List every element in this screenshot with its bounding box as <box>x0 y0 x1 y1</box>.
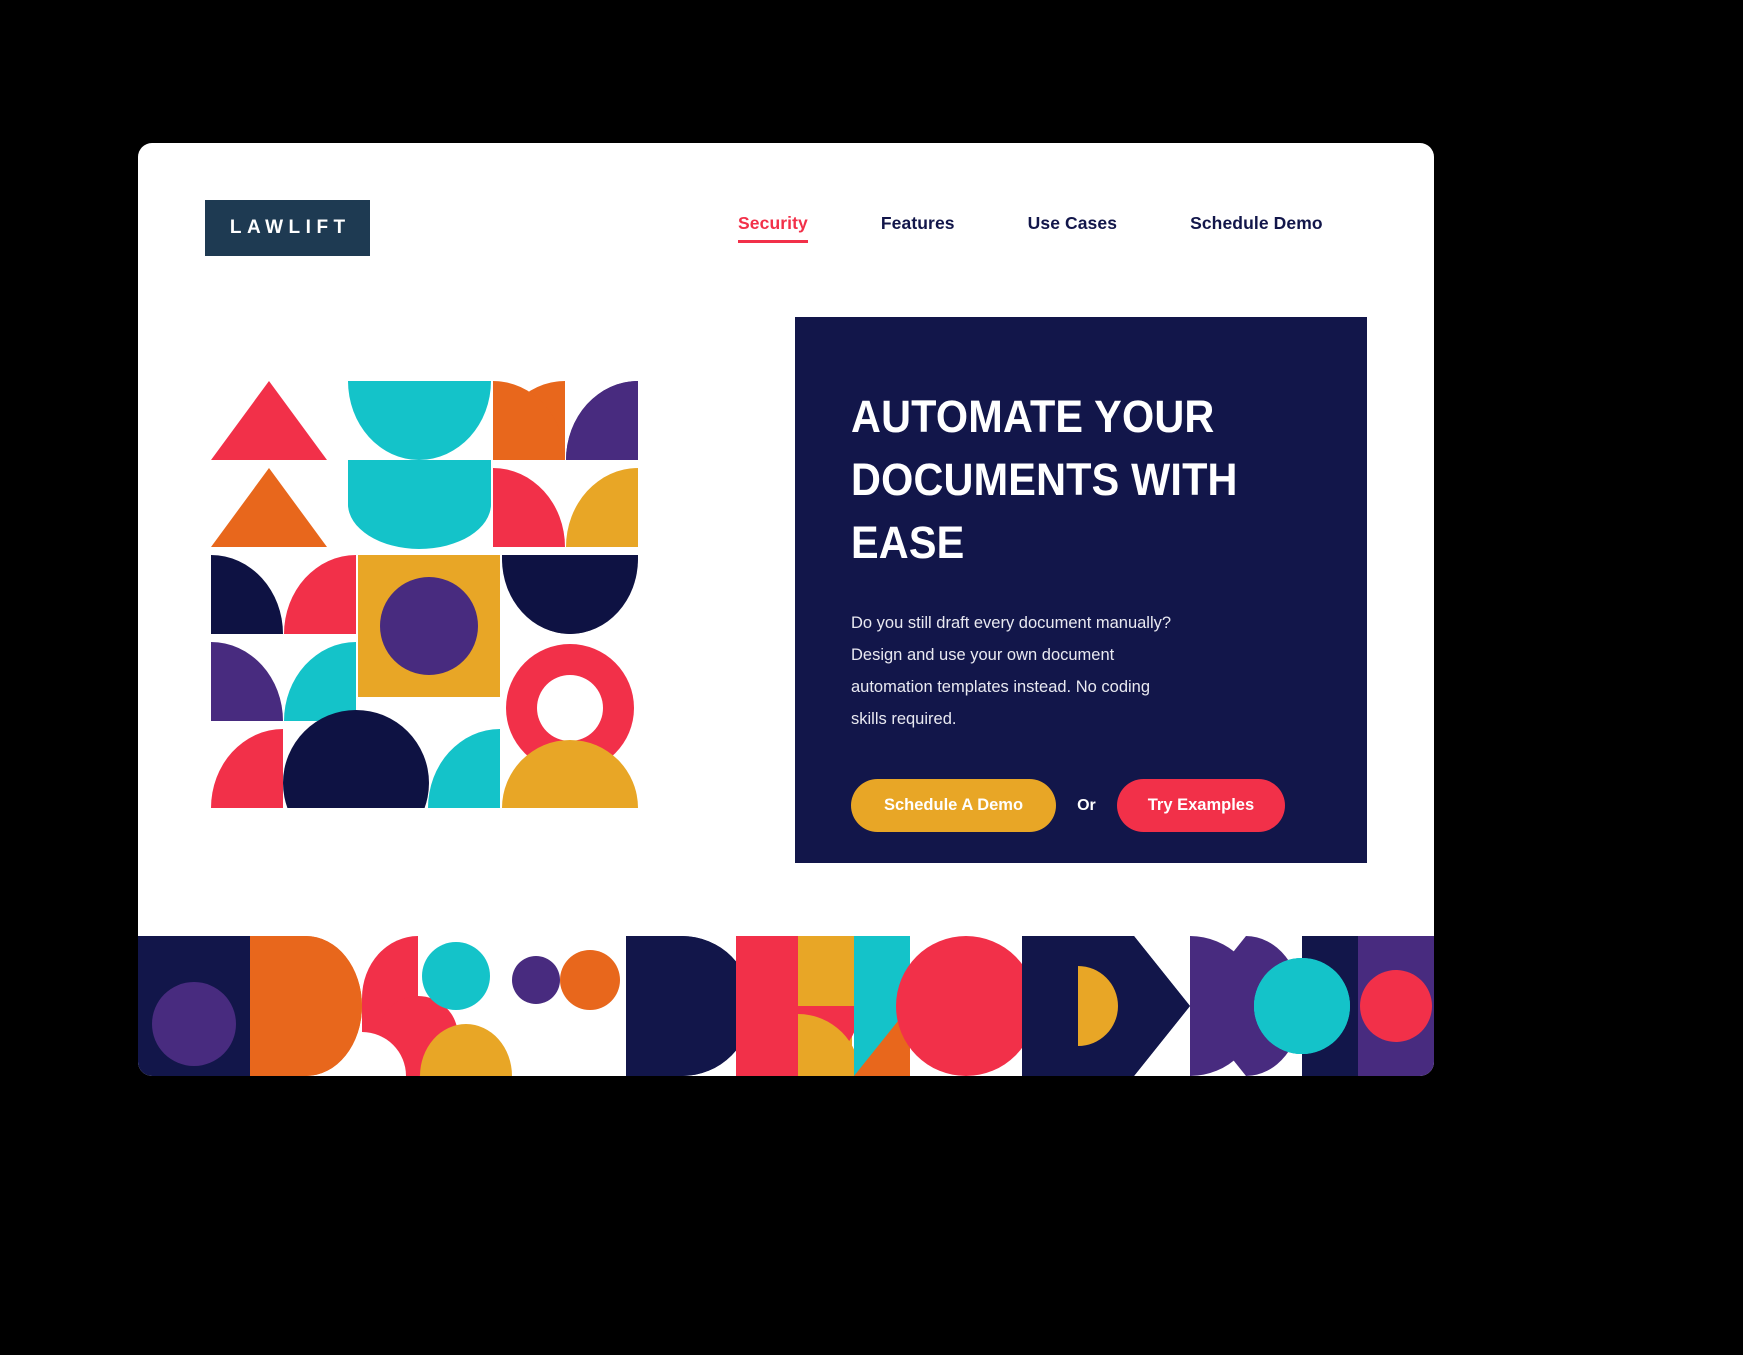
hero-description: Do you still draft every document manual… <box>851 614 1172 728</box>
footer-geometric-strip <box>138 936 1434 1076</box>
cta-divider-text: Or <box>1077 796 1096 814</box>
page-card: LAWLIFT Security Features Use Cases Sche… <box>138 143 1434 1076</box>
hero-title-line-2: DOCUMENTS WITH EASE <box>851 454 1238 568</box>
hero-title-line-1: AUTOMATE YOUR <box>851 391 1215 442</box>
site-header: LAWLIFT Security Features Use Cases Sche… <box>138 143 1434 303</box>
nav-label-features: Features <box>880 213 955 233</box>
nav-item-use-cases[interactable]: Use Cases <box>1028 213 1117 243</box>
nav-label-schedule-demo: Schedule Demo <box>1190 213 1323 233</box>
hero-content: AUTOMATE YOUR DOCUMENTS WITH EASE Do you… <box>795 317 1367 832</box>
schedule-demo-button[interactable]: Schedule A Demo <box>851 779 1057 832</box>
page-title: AUTOMATE YOUR DOCUMENTS WITH EASE <box>851 385 1274 574</box>
logo[interactable]: LAWLIFT <box>205 200 370 256</box>
nav-item-schedule-demo[interactable]: Schedule Demo <box>1190 213 1323 243</box>
main-nav: Security Features Use Cases Schedule Dem… <box>738 213 1323 243</box>
hero-geometric-artwork <box>204 373 638 856</box>
screen: LAWLIFT Security Features Use Cases Sche… <box>0 0 1743 1355</box>
try-examples-button[interactable]: Try Examples <box>1116 779 1286 832</box>
nav-label-use-cases: Use Cases <box>1027 213 1118 233</box>
hero-cta-row: Schedule A Demo Or Try Examples <box>851 779 1311 832</box>
geometric-pattern-svg <box>211 381 638 856</box>
hero-panel: AUTOMATE YOUR DOCUMENTS WITH EASE Do you… <box>795 317 1367 863</box>
nav-label-security: Security <box>738 213 808 233</box>
nav-item-security[interactable]: Security <box>738 213 808 243</box>
footer-pattern-svg <box>138 936 1434 1076</box>
logo-text: LAWLIFT <box>229 217 351 238</box>
nav-item-features[interactable]: Features <box>881 213 955 243</box>
